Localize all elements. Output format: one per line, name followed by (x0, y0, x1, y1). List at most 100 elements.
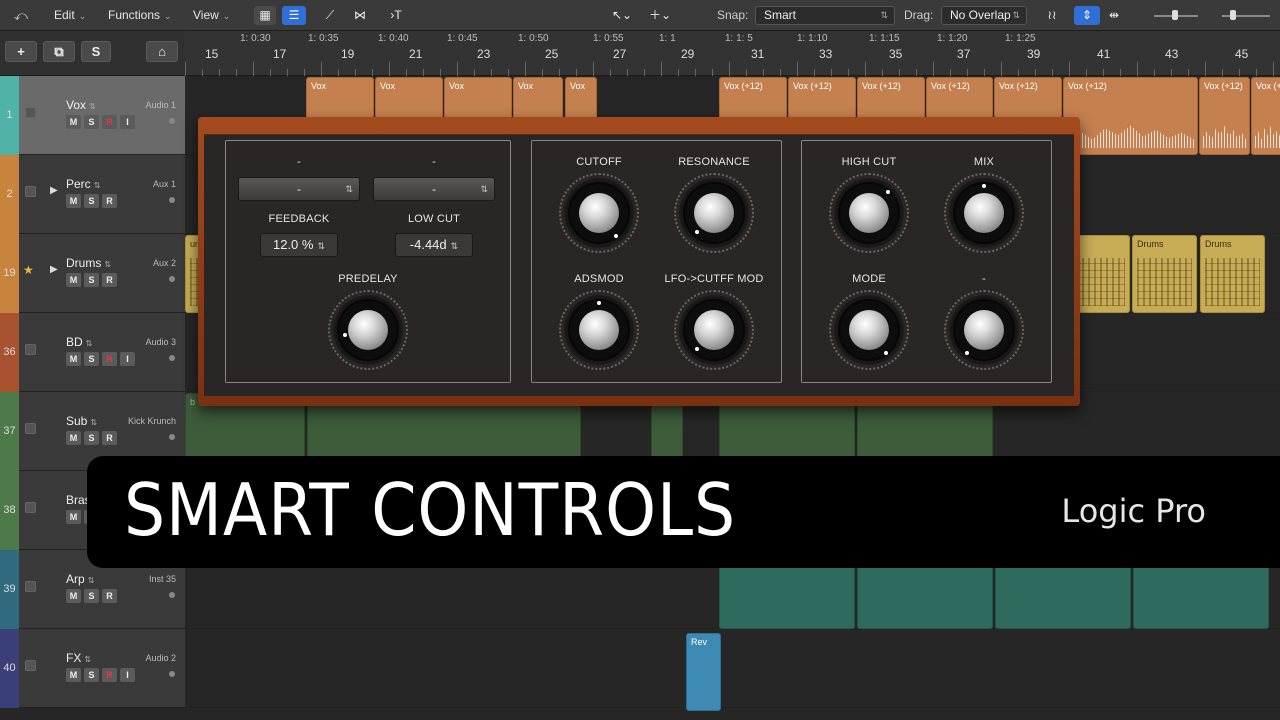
track-checkbox[interactable] (25, 660, 36, 671)
pointer-tool-icon[interactable]: ↖⌄ (608, 6, 636, 25)
track-name[interactable]: FX ⇅ (66, 651, 91, 665)
track-checkbox[interactable] (25, 344, 36, 355)
track-name[interactable]: Sub ⇅ (66, 414, 97, 428)
record-button[interactable]: R (102, 194, 117, 208)
feedback-value-field[interactable]: 12.0 % ⇅ (260, 233, 338, 257)
track-name[interactable]: Arp ⇅ (66, 572, 94, 586)
disclosure-triangle-icon[interactable]: ▶ (50, 264, 58, 275)
automation-icon[interactable]: ⟋ (318, 6, 342, 25)
track-name[interactable]: Vox ⇅ (66, 98, 96, 112)
predelay-knob[interactable] (328, 290, 408, 370)
high-cut-knob[interactable] (829, 173, 909, 253)
ruler-tick (372, 69, 373, 76)
edit-menu[interactable]: Edit ⌄ (54, 0, 86, 31)
adsmod-knob[interactable] (559, 290, 639, 370)
ruler-tick (270, 69, 271, 76)
flex-icon[interactable]: ⋈ (348, 6, 372, 25)
mute-button[interactable]: M (66, 194, 81, 208)
snap-select[interactable]: Smart ⇅ (755, 6, 895, 25)
record-button[interactable]: R (102, 431, 117, 445)
catch-playhead-icon[interactable]: ›T (384, 6, 408, 25)
input-monitor-button[interactable]: I (120, 352, 135, 366)
track-header-bd[interactable]: 36 BD ⇅ Audio 3 MSRI (0, 313, 185, 392)
up-down-icon: ⇅ (104, 260, 112, 269)
track-header-vox[interactable]: 1 Vox ⇅ Audio 1 MSRI (0, 76, 185, 155)
low-cut-value-field[interactable]: -4.44d ⇅ (395, 233, 473, 257)
track-header-fx[interactable]: 40 FX ⇅ Audio 2 MSRI (0, 629, 185, 708)
solo-button[interactable]: S (84, 431, 99, 445)
mode-knob[interactable] (829, 290, 909, 370)
channel-name: Audio 2 (145, 653, 176, 663)
timeline-ruler[interactable]: 15 17 19 21 23 25 27 29 31 33 35 37 39 41 43 45 1: 0:30 1… (185, 31, 1280, 76)
vertical-zoom-slider[interactable] (1142, 0, 1198, 31)
mute-button[interactable]: M (66, 115, 81, 129)
drums-region[interactable]: Drums (1200, 235, 1265, 313)
vox-region[interactable]: Vox (+12) (1199, 77, 1250, 155)
mix-knob[interactable] (944, 173, 1024, 253)
chevron-down-icon: ⌄ (164, 11, 172, 21)
track-header-perc[interactable]: 2 ▶ Perc ⇅ Aux 1 MSR (0, 155, 185, 234)
solo-button[interactable]: S (84, 273, 99, 287)
record-button[interactable]: R (102, 273, 117, 287)
solo-button[interactable]: S (84, 194, 99, 208)
unassigned-knob[interactable] (944, 290, 1024, 370)
view-menu[interactable]: View ⌄ (193, 0, 230, 31)
track-checkbox[interactable] (25, 502, 36, 513)
lfo-cutoff-mod-knob[interactable] (674, 290, 754, 370)
mute-button[interactable]: M (66, 589, 81, 603)
timecode-label: 1: 0:45 (447, 33, 478, 44)
mute-button[interactable]: M (66, 668, 81, 682)
drums-region[interactable]: Drums (1132, 235, 1197, 313)
disclosure-triangle-icon[interactable]: ▶ (50, 185, 58, 196)
track-number: 37 (0, 392, 19, 471)
parameter-dropdown-2[interactable]: - ⇅ (373, 177, 495, 201)
duplicate-track-icon[interactable]: ⧉ (43, 41, 75, 62)
track-name[interactable]: BD ⇅ (66, 335, 92, 349)
track-checkbox[interactable] (25, 107, 36, 118)
track-checkbox[interactable] (25, 186, 36, 197)
mute-button[interactable]: M (66, 431, 81, 445)
ruler-tick (525, 62, 526, 76)
global-solo-button[interactable]: S (81, 41, 111, 62)
waveform-zoom-icon[interactable]: ≀≀ (1040, 6, 1064, 25)
ruler-tick (253, 62, 254, 76)
parameter-dropdown-1[interactable]: - ⇅ (238, 177, 360, 201)
solo-button[interactable]: S (84, 589, 99, 603)
track-name[interactable]: Drums ⇅ (66, 256, 111, 270)
functions-menu[interactable]: Functions ⌄ (108, 0, 172, 31)
record-button[interactable]: R (102, 589, 117, 603)
mute-button[interactable]: M (66, 510, 81, 524)
video-title: SMART CONTROLS (124, 468, 737, 552)
input-monitor-button[interactable]: I (120, 115, 135, 129)
grid-view-icon[interactable]: ▦ (254, 6, 276, 25)
solo-button[interactable]: S (84, 115, 99, 129)
resonance-knob[interactable] (674, 173, 754, 253)
edit-menu-label: Edit (54, 8, 75, 22)
track-options-icon[interactable]: ⌂ (146, 41, 178, 62)
solo-button[interactable]: S (84, 352, 99, 366)
mute-button[interactable]: M (66, 273, 81, 287)
track-header-drums[interactable]: 19 ★ ▶ Drums ⇅ Aux 2 MSR (0, 234, 185, 313)
input-monitor-button[interactable]: I (120, 668, 135, 682)
track-name[interactable]: Perc ⇅ (66, 177, 100, 191)
vox-region[interactable]: Vox (+12) (1251, 77, 1280, 155)
drag-select[interactable]: No Overlap ⇅ (941, 6, 1027, 25)
ruler-tick (1103, 69, 1104, 76)
horizontal-fit-icon[interactable]: ⇹ (1104, 6, 1124, 25)
cutoff-knob[interactable] (559, 173, 639, 253)
add-track-button[interactable]: + (5, 41, 37, 62)
back-arrow-icon[interactable]: ⤺ (14, 0, 28, 31)
list-view-icon[interactable]: ☰ (282, 6, 306, 25)
vertical-zoom-icon[interactable]: ⇕ (1074, 6, 1100, 25)
record-button[interactable]: R (102, 668, 117, 682)
marquee-tool-icon[interactable]: ＋⌄ (644, 6, 676, 25)
record-button[interactable]: R (102, 352, 117, 366)
vox-region[interactable]: Vox (+12) (1063, 77, 1198, 155)
solo-button[interactable]: S (84, 668, 99, 682)
horizontal-zoom-slider[interactable] (1206, 0, 1272, 31)
rev-region[interactable]: Rev (686, 633, 721, 711)
track-checkbox[interactable] (25, 423, 36, 434)
mute-button[interactable]: M (66, 352, 81, 366)
record-button[interactable]: R (102, 115, 117, 129)
track-checkbox[interactable] (25, 581, 36, 592)
